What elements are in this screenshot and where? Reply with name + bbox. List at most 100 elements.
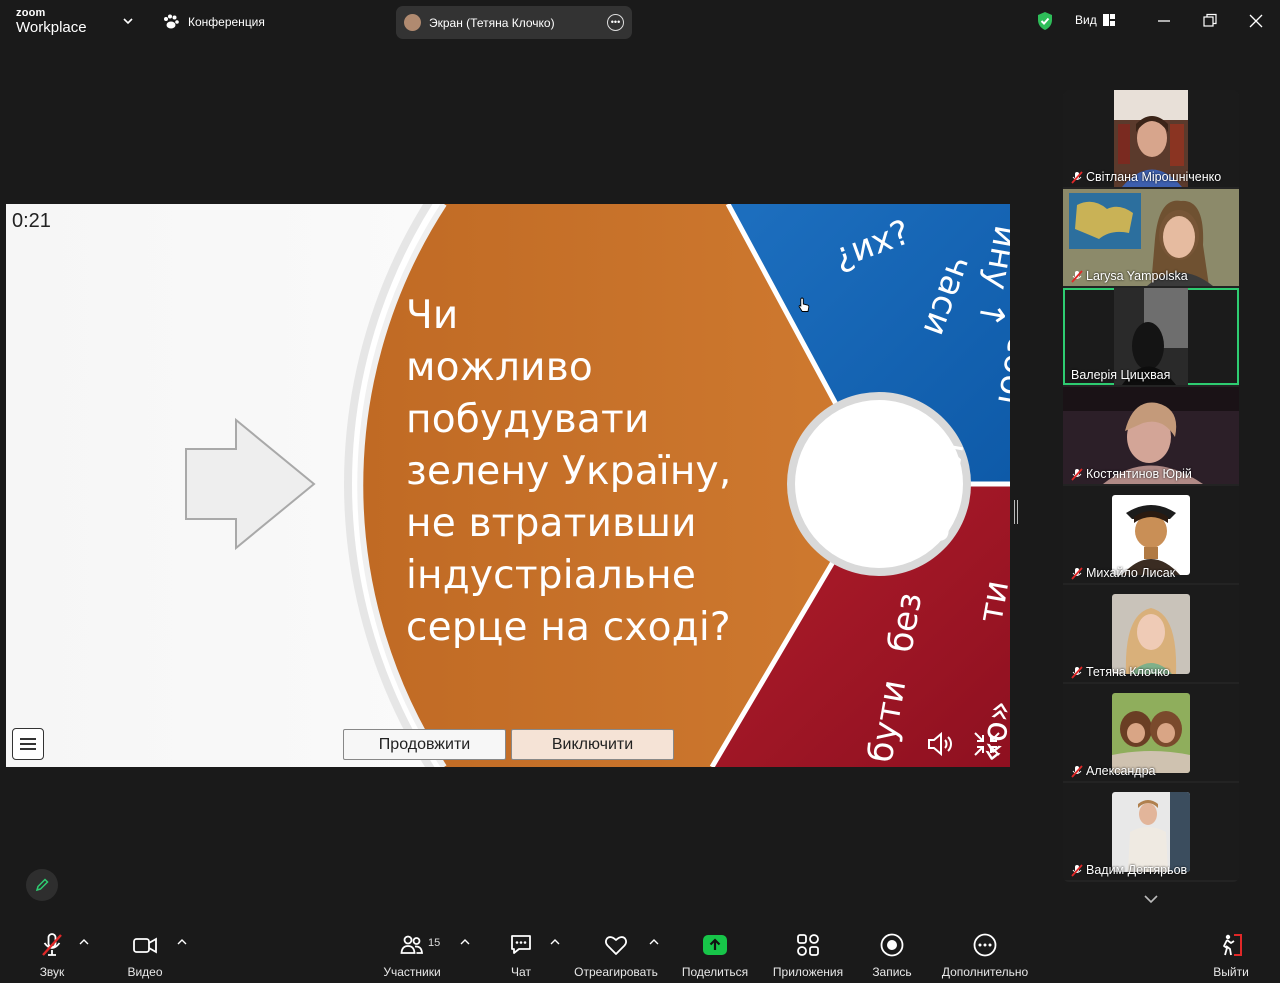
grid-layout-icon <box>1102 14 1115 26</box>
participant-name-tag: Тетяна Клочко <box>1071 664 1170 680</box>
muted-mic-icon <box>1071 764 1083 778</box>
participant-tile[interactable]: Світлана Мірошніченко <box>1063 90 1239 187</box>
apps-icon <box>797 934 819 956</box>
shared-screen[interactable]: ¿хи? часи ину ↑ собі стати без бути ти «… <box>6 204 1010 767</box>
participant-name: Світлана Мірошніченко <box>1086 170 1222 184</box>
participants-icon <box>400 935 423 954</box>
meeting-toolbar: Звук Видео Участники 15 Чат Отреагироват… <box>0 924 1280 983</box>
participant-avatar-image <box>1112 693 1190 773</box>
video-camera-icon <box>133 937 157 954</box>
restore-icon[interactable] <box>1199 10 1221 32</box>
muted-mic-icon <box>1071 863 1083 877</box>
participant-tile[interactable]: Larysa Yampolska <box>1063 189 1239 286</box>
participant-tile-active-speaker[interactable]: Валерія Цицхвая <box>1063 288 1239 385</box>
question-line: не втративши <box>406 501 697 546</box>
participant-name: Михайло Лисак <box>1086 566 1176 580</box>
muted-mic-icon <box>1071 269 1083 283</box>
participant-name: Александра <box>1086 764 1156 778</box>
more-button[interactable]: Дополнительно <box>940 932 1030 979</box>
share-title-pill[interactable]: Экран (Тетяна Клочко) ••• <box>396 6 632 39</box>
exclude-button[interactable]: Виключити <box>511 729 674 760</box>
participant-avatar-image <box>1112 495 1190 575</box>
muted-mic-icon <box>1071 566 1083 580</box>
avatar <box>404 14 421 31</box>
participant-name-tag: Костянтинов Юрій <box>1071 466 1192 482</box>
muted-mic-icon <box>1071 467 1083 481</box>
logo-bottom-text: Workplace <box>16 19 87 36</box>
share-screen-button[interactable]: Поделиться <box>670 932 760 979</box>
leave-label: Выйти <box>1213 965 1249 979</box>
apps-button[interactable]: Приложения <box>763 932 853 979</box>
more-options-icon[interactable]: ••• <box>607 14 624 31</box>
meeting-label: Конференция <box>188 15 265 29</box>
participant-name-tag: Александра <box>1071 763 1156 779</box>
react-options-caret-icon[interactable] <box>649 938 659 946</box>
participant-avatar-image <box>1112 792 1190 872</box>
chat-bubble-icon <box>511 935 531 954</box>
audio-options-caret-icon[interactable] <box>79 938 89 946</box>
chat-options-caret-icon[interactable] <box>550 938 560 946</box>
question-line: серце на сході? <box>406 605 731 650</box>
slide-menu-button[interactable] <box>12 728 44 760</box>
participant-tile[interactable]: Костянтинов Юрій <box>1063 387 1239 484</box>
more-dots-icon <box>973 933 997 957</box>
record-icon <box>880 933 904 957</box>
share-label: Поделиться <box>681 965 749 979</box>
participant-tile[interactable]: Вадим Дегтярьов <box>1063 783 1239 880</box>
sound-icon[interactable] <box>926 731 956 757</box>
chat-label: Чат <box>511 965 531 979</box>
apps-label: Приложения <box>772 965 844 979</box>
question-line: Чи <box>406 293 459 338</box>
security-shield-icon[interactable] <box>1036 11 1054 31</box>
more-label: Дополнительно <box>941 965 1029 979</box>
question-line: можливо <box>406 345 593 390</box>
participants-label: Участники <box>383 965 441 979</box>
pen-icon <box>35 878 49 892</box>
participant-tile[interactable]: Александра <box>1063 684 1239 781</box>
meeting-paw-icon <box>164 14 179 29</box>
participant-name: Вадим Дегтярьов <box>1086 863 1188 877</box>
participant-name: Валерія Цицхвая <box>1071 368 1171 382</box>
exit-fullscreen-icon[interactable] <box>972 730 1002 758</box>
participants-options-caret-icon[interactable] <box>460 938 470 946</box>
muted-microphone-icon <box>42 933 62 956</box>
participants-button[interactable]: Участники <box>367 932 457 979</box>
chevron-down-icon[interactable] <box>120 13 136 29</box>
question-line: зелену Україну, <box>406 449 732 494</box>
question-line: індустріальне <box>406 553 697 598</box>
scroll-down-chevron-icon[interactable] <box>1142 890 1160 908</box>
view-label: Вид <box>1075 13 1097 27</box>
participant-name-tag: Валерія Цицхвая <box>1071 367 1170 383</box>
video-options-caret-icon[interactable] <box>177 938 187 946</box>
question-line: побудувати <box>406 397 650 442</box>
share-screen-icon <box>703 935 727 955</box>
view-menu-button[interactable]: Вид <box>1075 13 1115 27</box>
participant-name: Тетяна Клочко <box>1086 665 1170 679</box>
zoom-workplace-logo[interactable]: zoom Workplace <box>16 8 87 36</box>
minimize-icon[interactable] <box>1153 10 1175 32</box>
react-label: Отреагировать <box>574 965 658 979</box>
participant-avatar-image <box>1112 594 1190 674</box>
record-label: Запись <box>872 965 912 979</box>
muted-mic-icon <box>1071 170 1083 184</box>
record-button[interactable]: Запись <box>847 932 937 979</box>
splitter-handle[interactable] <box>1014 500 1018 524</box>
meeting-info-button[interactable]: Конференция <box>162 13 265 31</box>
participant-name: Larysa Yampolska <box>1086 269 1188 283</box>
muted-mic-icon <box>1071 665 1083 679</box>
title-bar: zoom Workplace Конференция Экран (Тетяна… <box>0 0 1280 44</box>
close-icon[interactable] <box>1245 10 1267 32</box>
participant-tile[interactable]: Тетяна Клочко <box>1063 585 1239 682</box>
participants-count: 15 <box>428 937 441 949</box>
audio-label: Звук <box>39 965 65 979</box>
participant-tile[interactable]: Михайло Лисак <box>1063 486 1239 583</box>
video-label: Видео <box>127 965 163 979</box>
leave-door-icon <box>1223 934 1242 956</box>
participants-gallery: Світлана Мірошніченко Larysa Yampolska В… <box>1063 90 1239 882</box>
participant-name: Костянтинов Юрій <box>1086 467 1192 481</box>
slide-question: Чи можливо побудувати зелену Україну, не… <box>406 290 806 654</box>
continue-button[interactable]: Продовжити <box>343 729 506 760</box>
annotate-pen-button[interactable] <box>26 869 58 901</box>
leave-meeting-button[interactable]: Выйти <box>1186 932 1276 979</box>
react-button[interactable]: Отреагировать <box>571 932 661 979</box>
